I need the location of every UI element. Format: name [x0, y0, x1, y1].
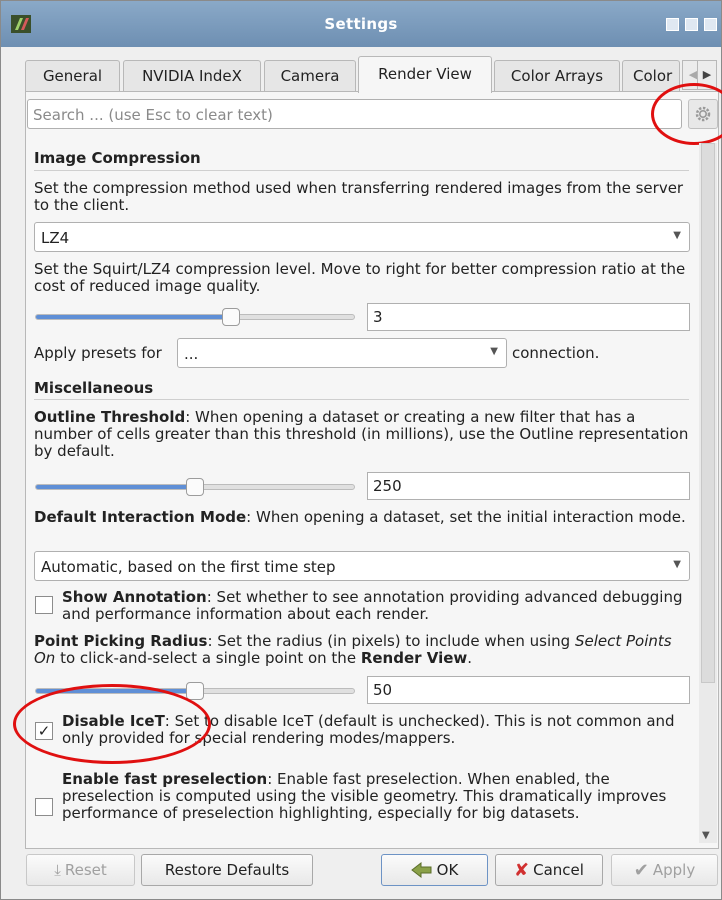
restore-defaults-button[interactable]: Restore Defaults	[141, 854, 313, 886]
highlight-ring-icet	[13, 684, 211, 764]
outline-threshold-slider[interactable]	[35, 478, 355, 496]
ok-label: OK	[436, 861, 459, 879]
miscellaneous-heading: Miscellaneous	[34, 379, 154, 397]
point-picking-description: Point Picking Radius: Set the radius (in…	[34, 633, 689, 667]
presets-dropdown[interactable]: ... ▼	[177, 338, 507, 368]
compression-method-description: Set the compression method used when tra…	[34, 179, 684, 214]
tab-render-view[interactable]: Render View	[358, 56, 492, 93]
outline-threshold-label: Outline Threshold	[34, 408, 186, 426]
tab-general[interactable]: General	[25, 60, 120, 92]
ok-button[interactable]: OK	[381, 854, 488, 886]
outline-threshold-field[interactable]: 250	[367, 472, 690, 500]
reset-icon: ⤓	[54, 861, 61, 879]
show-annotation-checkbox[interactable]	[35, 596, 53, 614]
slider-fill	[36, 485, 195, 489]
presets-suffix-label: connection.	[512, 344, 600, 362]
tab-bar: General NVIDIA IndeX Camera Render View …	[25, 56, 717, 93]
apply-check-icon: ✔	[633, 859, 649, 881]
tab-color-arrays[interactable]: Color Arrays	[494, 60, 620, 92]
tab-nvidia-index[interactable]: NVIDIA IndeX	[123, 60, 261, 92]
chevron-down-icon: ▼	[673, 559, 681, 570]
slider-handle[interactable]	[222, 308, 240, 326]
minimize-button[interactable]	[666, 18, 679, 31]
reset-label: Reset	[64, 861, 107, 879]
presets-value: ...	[184, 345, 199, 363]
settings-dialog: Settings General NVIDIA IndeX Camera Ren…	[0, 0, 722, 900]
point-picking-bold-text: Render View	[360, 649, 468, 667]
compression-level-description: Set the Squirt/LZ4 compression level. Mo…	[34, 260, 686, 295]
section-divider	[34, 399, 689, 400]
interaction-mode-text: : When opening a dataset, set the initia…	[246, 508, 686, 526]
compression-level-slider[interactable]	[35, 308, 355, 326]
point-picking-label: Point Picking Radius	[34, 632, 208, 650]
reset-button[interactable]: ⤓ Reset	[26, 854, 135, 886]
apply-label: Apply	[652, 861, 696, 879]
search-input[interactable]: Search ... (use Esc to clear text)	[27, 99, 682, 129]
point-picking-text: : Set the radius (in pixels) to include …	[207, 632, 575, 650]
tab-camera[interactable]: Camera	[264, 60, 356, 92]
point-picking-text: to click-and-select a single point on th…	[55, 649, 361, 667]
compression-level-field[interactable]: 3	[367, 303, 690, 331]
slider-fill	[36, 315, 231, 319]
chevron-down-icon: ▼	[673, 230, 681, 241]
slider-handle[interactable]	[186, 478, 204, 496]
cancel-x-icon: ✘	[514, 859, 530, 881]
show-annotation-label: Show Annotation	[62, 588, 207, 606]
fast-preselection-checkbox[interactable]	[35, 798, 53, 816]
scroll-down-icon[interactable]: ▼	[702, 830, 710, 841]
point-picking-text: .	[467, 649, 473, 667]
ok-arrow-icon	[410, 862, 432, 878]
outline-threshold-description: Outline Threshold: When opening a datase…	[34, 409, 689, 460]
cancel-label: Cancel	[533, 861, 584, 879]
interaction-mode-description: Default Interaction Mode: When opening a…	[34, 509, 689, 526]
apply-button[interactable]: ✔ Apply	[611, 854, 718, 886]
interaction-mode-dropdown[interactable]: Automatic, based on the first time step …	[34, 551, 690, 581]
fast-preselection-description: Enable fast preselection: Enable fast pr…	[62, 771, 689, 822]
section-divider	[34, 170, 689, 171]
compression-method-dropdown[interactable]: LZ4 ▼	[34, 222, 690, 252]
chevron-down-icon: ▼	[490, 346, 498, 357]
maximize-button[interactable]	[685, 18, 698, 31]
slider-handle[interactable]	[186, 682, 204, 700]
show-annotation-description: Show Annotation: Set whether to see anno…	[62, 589, 689, 623]
cancel-button[interactable]: ✘ Cancel	[495, 854, 603, 886]
interaction-mode-value: Automatic, based on the first time step	[41, 558, 336, 576]
scrollbar-thumb[interactable]	[701, 143, 715, 683]
restore-defaults-label: Restore Defaults	[164, 861, 290, 879]
interaction-mode-label: Default Interaction Mode	[34, 508, 247, 526]
close-button[interactable]	[704, 18, 717, 31]
window-title: Settings	[324, 15, 398, 33]
image-compression-heading: Image Compression	[34, 149, 201, 167]
fast-preselection-label: Enable fast preselection	[62, 770, 268, 788]
vertical-scrollbar[interactable]: ▼	[699, 143, 717, 843]
title-bar[interactable]: Settings	[1, 1, 721, 47]
presets-label: Apply presets for	[34, 344, 162, 362]
compression-method-value: LZ4	[41, 229, 70, 247]
point-picking-field[interactable]: 50	[367, 676, 690, 704]
